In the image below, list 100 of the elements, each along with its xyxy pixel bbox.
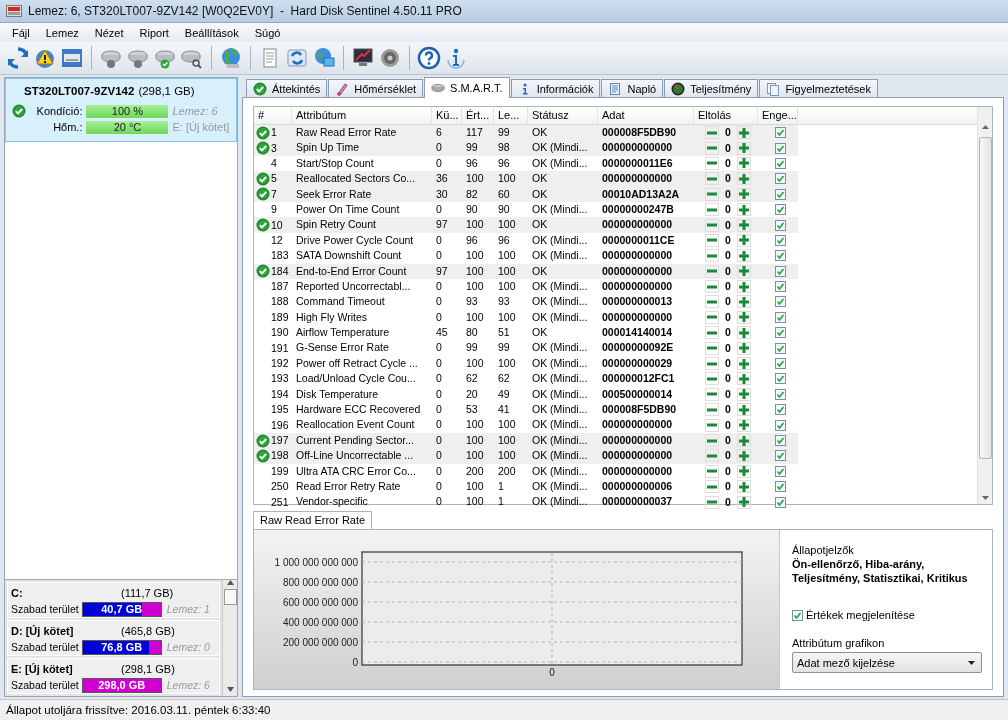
checkbox[interactable]	[774, 265, 786, 277]
checkbox[interactable]	[774, 173, 786, 185]
table-row[interactable]: 10 Spin Retry Count 97 100 100 OK 000000000000 0	[254, 217, 798, 233]
decrement-button[interactable]	[705, 326, 719, 340]
menu-item[interactable]: Lemez	[37, 26, 87, 39]
increment-button[interactable]	[737, 372, 751, 386]
checkbox[interactable]	[774, 127, 786, 139]
decrement-button[interactable]	[705, 387, 719, 401]
column-header[interactable]: Státusz	[528, 107, 598, 124]
column-header[interactable]: #	[254, 107, 292, 124]
decrement-button[interactable]	[705, 403, 719, 417]
checkbox[interactable]	[774, 496, 786, 508]
checkbox[interactable]	[774, 204, 786, 216]
column-header[interactable]: Ért...	[462, 107, 494, 124]
increment-button[interactable]	[737, 280, 751, 294]
checkbox[interactable]	[774, 188, 786, 200]
column-header[interactable]: Adat	[598, 107, 694, 124]
increment-button[interactable]	[737, 187, 751, 201]
decrement-button[interactable]	[705, 126, 719, 140]
checkbox[interactable]	[774, 435, 786, 446]
table-row[interactable]: 197 Current Pending Sector... 0 100 100 OK (Mindi... 000000000000 0	[254, 432, 798, 449]
checkbox[interactable]	[774, 373, 786, 385]
increment-button[interactable]	[737, 449, 751, 463]
menu-item[interactable]: Beállítások	[176, 26, 247, 39]
table-row[interactable]: 9 Power On Time Count 0 90 90 OK (Mindi... 00000000247B 0	[254, 201, 798, 218]
increment-button[interactable]	[737, 387, 751, 401]
column-header[interactable]: Enge...	[758, 107, 798, 124]
tab[interactable]: S.M.A.R.T.	[424, 77, 510, 98]
increment-button[interactable]	[737, 233, 751, 247]
checkbox[interactable]	[774, 342, 786, 354]
table-row[interactable]: 196 Reallocation Event Count 0 100 100 OK (Mindi... 000000000000 0	[254, 417, 798, 433]
increment-button[interactable]	[737, 141, 751, 155]
increment-button[interactable]	[737, 418, 751, 432]
checkbox[interactable]	[792, 609, 803, 621]
decrement-button[interactable]	[705, 449, 719, 463]
table-row[interactable]: 12 Drive Power Cycle Count 0 96 96 OK (Mindi... 0000000011CE 0	[254, 232, 798, 249]
decrement-button[interactable]	[705, 295, 719, 309]
column-header[interactable]: Attribútum	[292, 107, 432, 124]
tab[interactable]: Áttekintés	[246, 79, 328, 97]
checkbox[interactable]	[774, 327, 786, 339]
menu-item[interactable]: Riport	[131, 26, 177, 39]
increment-button[interactable]	[737, 126, 751, 140]
column-header[interactable]: Kü...	[432, 107, 462, 124]
decrement-button[interactable]	[705, 264, 719, 278]
checkbox[interactable]	[774, 281, 786, 293]
increment-button[interactable]	[737, 434, 751, 447]
table-row[interactable]: 188 Command Timeout 0 93 93 OK (Mindi... 000000000013 0	[254, 294, 798, 310]
tab[interactable]: Teljesítmény	[664, 79, 759, 97]
table-row[interactable]: 198 Off-Line Uncorrectable ... 0 100 100 OK (Mindi... 000000000000 0	[254, 448, 798, 464]
checkbox[interactable]	[774, 250, 786, 262]
volume-card[interactable]: E: [Új kötet] (298,1 GB) Szabad terület 298,0 GB Lemez: 6	[7, 658, 220, 694]
checkbox[interactable]	[774, 219, 786, 231]
increment-button[interactable]	[737, 326, 751, 340]
scroll-down-icon[interactable]	[981, 496, 989, 500]
table-row[interactable]: 194 Disk Temperature 0 20 49 OK (Mindi... 000500000014 0	[254, 386, 798, 403]
table-row[interactable]: 193 Load/Unload Cycle Cou... 0 62 62 OK (Mindi... 000000012FC1 0	[254, 371, 798, 387]
decrement-button[interactable]	[705, 357, 719, 371]
menu-item[interactable]: Fájl	[4, 26, 38, 39]
column-header[interactable]: Eltolás	[694, 107, 758, 124]
disk-card[interactable]: ST320LT007-9ZV142 (298,1 GB) Kondíció: 100 % Lemez: 6 Hőm.: 20 °C E: [Új kötet]	[5, 78, 237, 142]
table-row[interactable]: 187 Reported Uncorrectabl... 0 100 100 OK (Mindi... 000000000000 0	[254, 278, 798, 295]
drive-icon[interactable]	[60, 46, 84, 70]
checkbox[interactable]	[774, 311, 786, 323]
graph-select[interactable]: Adat mező kijelzése	[792, 652, 982, 673]
tab[interactable]: Hőmérséklet	[328, 79, 424, 97]
decrement-button[interactable]	[705, 280, 719, 294]
increment-button[interactable]	[737, 264, 751, 278]
decrement-button[interactable]	[705, 480, 719, 494]
decrement-button[interactable]	[705, 203, 719, 217]
increment-button[interactable]	[737, 249, 751, 263]
table-row[interactable]: 1 Raw Read Error Rate 6 117 99 OK 000008F5DB90 0	[254, 125, 798, 141]
increment-button[interactable]	[737, 341, 751, 355]
volume-card[interactable]: C: (111,7 GB) Szabad terület 40,7 GB Lemez: 1	[7, 582, 220, 618]
scroll-up-icon[interactable]	[981, 125, 989, 129]
increment-button[interactable]	[737, 480, 751, 494]
tab[interactable]: Információk	[510, 79, 601, 97]
increment-button[interactable]	[737, 156, 751, 170]
help-icon[interactable]	[417, 46, 441, 70]
checkbox[interactable]	[774, 358, 786, 370]
decrement-button[interactable]	[705, 341, 719, 355]
decrement-button[interactable]	[705, 249, 719, 263]
decrement-button[interactable]	[705, 187, 719, 201]
table-row[interactable]: 250 Read Error Retry Rate 0 100 1 OK (Mindi... 000000000006 0	[254, 479, 798, 495]
info-icon[interactable]	[444, 46, 468, 70]
increment-button[interactable]	[737, 495, 751, 509]
table-row[interactable]: 5 Reallocated Sectors Co... 36 100 100 OK 000000000000 0	[254, 171, 798, 187]
tab[interactable]: Napló	[601, 79, 664, 97]
table-row[interactable]: 199 Ultra ATA CRC Error Co... 0 200 200 OK (Mindi... 000000000000 0	[254, 463, 798, 479]
checkbox[interactable]	[774, 296, 786, 308]
increment-button[interactable]	[737, 403, 751, 417]
globe-icon[interactable]	[219, 46, 243, 70]
checkbox[interactable]	[774, 388, 786, 400]
table-row[interactable]: 191 G-Sense Error Rate 0 99 99 OK (Mindi... 00000000092E 0	[254, 340, 798, 356]
checkbox[interactable]	[774, 157, 786, 169]
checkbox[interactable]	[774, 234, 786, 246]
decrement-button[interactable]	[705, 310, 719, 324]
decrement-button[interactable]	[705, 156, 719, 170]
checkbox[interactable]	[774, 419, 786, 431]
scroll-up-icon[interactable]	[226, 580, 234, 585]
decrement-button[interactable]	[705, 418, 719, 432]
